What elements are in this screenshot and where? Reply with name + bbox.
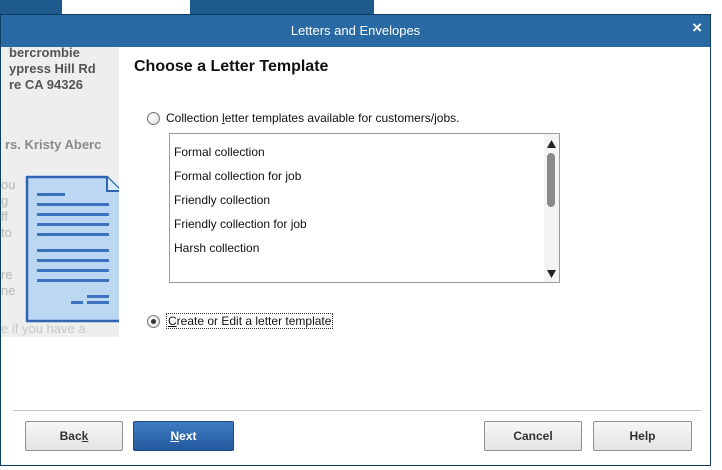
scroll-thumb[interactable] <box>547 153 555 207</box>
list-item[interactable]: Friendly collection for job <box>174 217 307 231</box>
preview-closing-line: e if you have a <box>1 321 86 336</box>
scroll-down-arrow-icon[interactable] <box>546 268 557 280</box>
list-scrollbar[interactable] <box>544 134 559 282</box>
preview-body-fragment: ne <box>1 283 16 298</box>
page-heading: Choose a Letter Template <box>134 58 329 75</box>
footer-divider <box>13 410 701 411</box>
preview-body-fragment: ff <box>1 209 8 224</box>
preview-body-fragment: ou <box>1 177 16 192</box>
create-edit-template-label: Create or Edit a letter template <box>166 313 334 329</box>
next-button[interactable]: Next <box>133 421 234 451</box>
preview-body-fragment: re <box>1 267 13 282</box>
preview-body-fragment: g <box>1 193 9 208</box>
preview-greeting: rs. Kristy Aberc <box>5 137 102 152</box>
collection-templates-option[interactable]: Collection letter templates available fo… <box>147 111 459 125</box>
cancel-button[interactable]: Cancel <box>484 421 582 451</box>
list-item[interactable]: Harsh collection <box>174 241 259 255</box>
create-edit-template-radio[interactable] <box>147 314 160 328</box>
background-tab <box>190 0 374 14</box>
letter-preview-panel: bercrombie ypress Hill Rd re CA 94326 rs… <box>1 47 119 337</box>
back-button[interactable]: Bac k <box>25 421 123 451</box>
collection-templates-radio[interactable] <box>147 111 160 125</box>
scroll-up-arrow-icon[interactable] <box>546 138 557 150</box>
letter-document-icon <box>25 175 119 323</box>
help-button[interactable]: Help <box>593 421 692 451</box>
preview-address-line: ypress Hill Rd <box>9 61 96 76</box>
list-item[interactable]: Formal collection <box>174 145 265 159</box>
background-app-edge <box>711 14 722 470</box>
list-item[interactable]: Formal collection for job <box>174 169 301 183</box>
list-item[interactable]: Friendly collection <box>174 193 270 207</box>
preview-body-fragment: to <box>1 225 12 240</box>
preview-address-line: re CA 94326 <box>9 77 83 92</box>
preview-address-line: bercrombie <box>9 47 80 60</box>
letters-and-envelopes-dialog: Letters and Envelopes × bercrombie ypres… <box>0 14 711 466</box>
dialog-titlebar: Letters and Envelopes × <box>1 15 710 47</box>
dialog-title: Letters and Envelopes <box>290 23 421 38</box>
background-app-strip <box>0 0 722 14</box>
background-tab <box>0 0 62 14</box>
create-edit-template-option[interactable]: Create or Edit a letter template <box>147 313 334 329</box>
collection-templates-label: Collection letter templates available fo… <box>166 111 460 125</box>
letter-template-list[interactable]: Formal collection Formal collection for … <box>169 133 560 283</box>
close-icon[interactable]: × <box>692 18 702 38</box>
